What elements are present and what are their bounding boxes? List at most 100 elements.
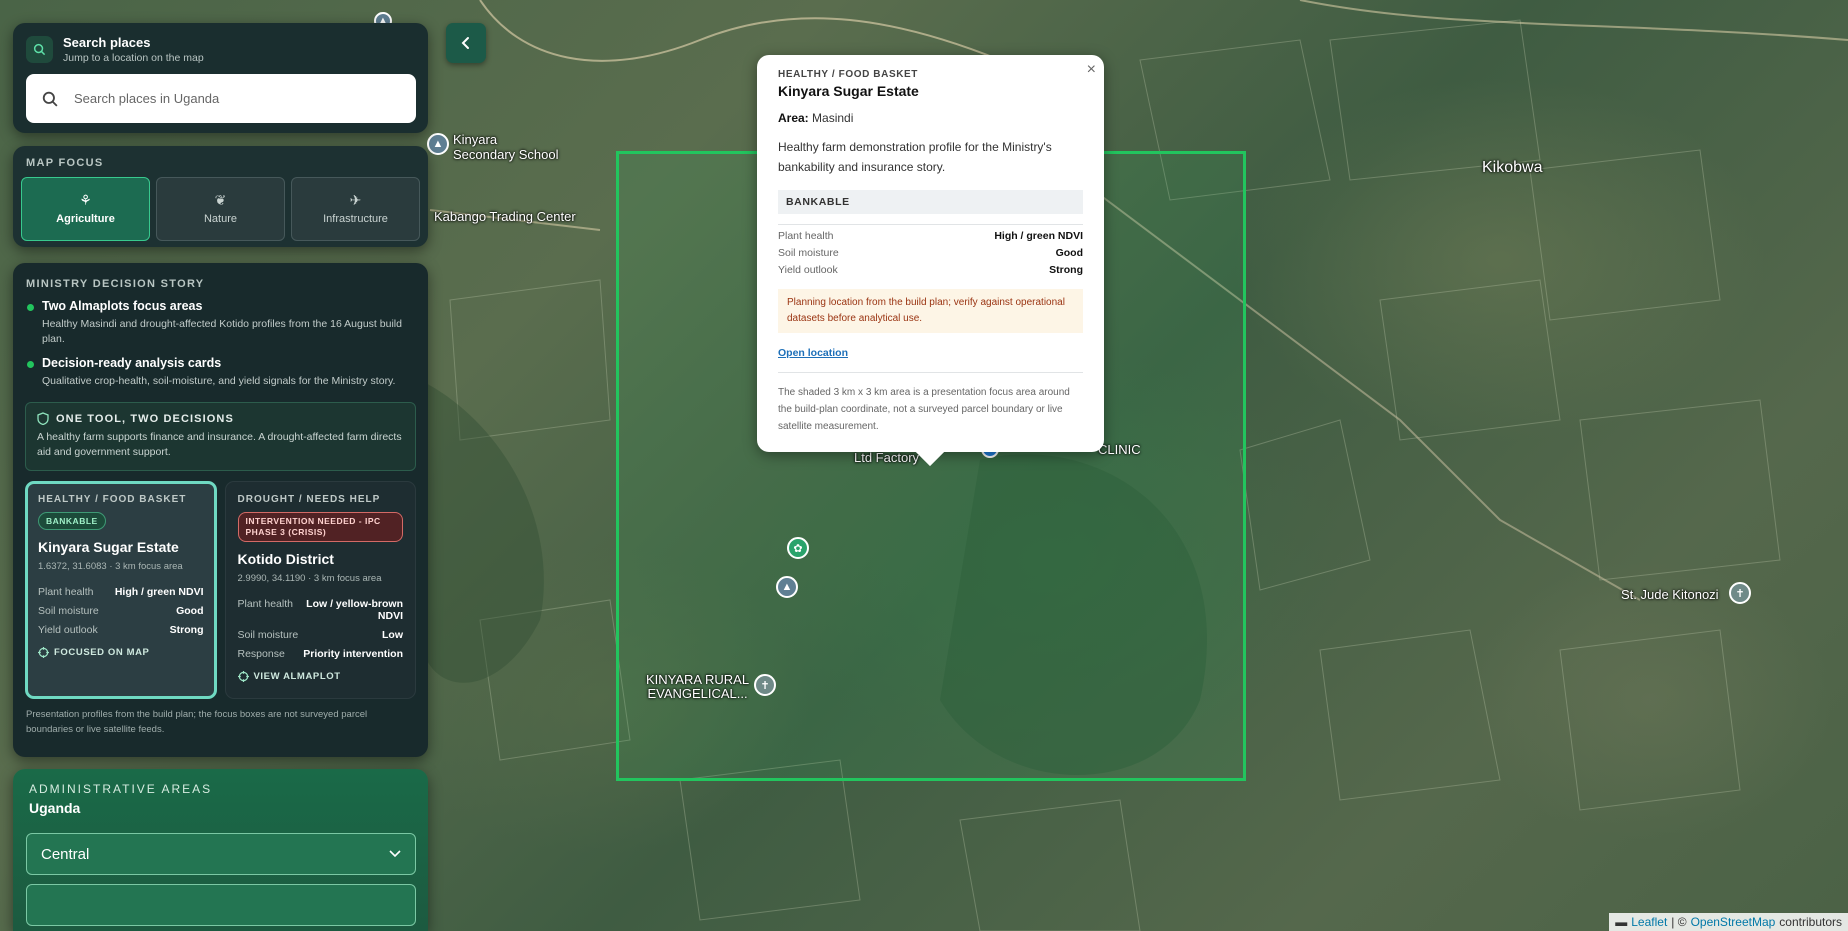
map-focus-panel: MAP FOCUS ⚘ Agriculture ❦ Nature ✈ Infra… — [13, 146, 428, 247]
region-select-value: Central — [41, 845, 90, 863]
card-name: Kotido District — [237, 551, 334, 567]
metric-key: Soil moisture — [38, 605, 99, 617]
ukraine-flag-icon: ▬ — [1615, 915, 1628, 929]
map-label-factory: Ltd Factory — [854, 450, 920, 465]
admin-areas-panel: ADMINISTRATIVE AREAS Uganda Central — [13, 769, 428, 931]
metric-key: Plant health — [237, 598, 293, 610]
bullet-dot-icon — [27, 361, 34, 368]
focus-nature-button[interactable]: ❦ Nature — [156, 177, 285, 241]
farm-pin-icon[interactable]: ✿ — [787, 537, 809, 559]
map-label-school: Kinyara Secondary School — [453, 132, 559, 162]
popup-area-value: Masindi — [812, 111, 854, 125]
district-select[interactable] — [26, 884, 416, 926]
metric-value: High / green NDVI — [994, 230, 1083, 242]
metric-key: Plant health — [778, 230, 834, 242]
one-tool-title: ONE TOOL, TWO DECISIONS — [56, 412, 234, 425]
metric-value: Low — [382, 629, 403, 641]
school-pin-icon[interactable]: ▲ — [427, 133, 449, 155]
map-label-clinic: CLINIC — [1098, 442, 1141, 457]
focused-on-map-indicator: FOCUSED ON MAP — [38, 647, 204, 658]
admin-country: Uganda — [29, 800, 81, 816]
church-pin-icon[interactable]: ✝ — [754, 674, 776, 696]
one-tool-body: A healthy farm supports finance and insu… — [37, 431, 402, 458]
sprout-icon: ⚘ — [79, 192, 92, 208]
metric-value: Priority intervention — [303, 648, 403, 660]
search-input[interactable] — [74, 91, 374, 106]
search-panel: Search places Jump to a location on the … — [13, 23, 428, 133]
target-icon — [237, 671, 249, 682]
osm-link[interactable]: OpenStreetMap — [1691, 915, 1776, 929]
metric-value: Strong — [1049, 264, 1083, 276]
card-metric: Plant health Low / yellow-brown NDVI — [238, 598, 404, 622]
map-label-trading-center: Kabango Trading Center — [434, 209, 576, 224]
map-attribution: ▬ Leaflet | © OpenStreetMap contributors — [1609, 913, 1848, 931]
focus-infrastructure-button[interactable]: ✈ Infrastructure — [291, 177, 420, 241]
search-title: Search places — [63, 35, 151, 50]
story-item-title: Two Almaplots focus areas — [42, 299, 203, 313]
card-category: HEALTHY / FOOD BASKET — [38, 494, 187, 505]
card-metric: Soil moisture Good — [38, 605, 204, 617]
metric-key: Soil moisture — [778, 247, 839, 259]
map-label-kikobwa: Kikobwa — [1482, 159, 1543, 176]
one-tool-callout: ONE TOOL, TWO DECISIONS A healthy farm s… — [25, 402, 416, 471]
shield-icon — [37, 412, 49, 425]
view-almaplot-link[interactable]: VIEW ALMAPLOT — [237, 671, 404, 682]
card-coords: 2.9990, 34.1190 · 3 km focus area — [237, 573, 382, 584]
target-icon — [38, 647, 49, 658]
attribution-contributors: contributors — [1779, 915, 1842, 929]
school-pin-icon-2[interactable]: ▲ — [776, 576, 798, 598]
search-subtitle: Jump to a location on the map — [63, 52, 204, 64]
story-item-desc: Qualitative crop-health, soil-moisture, … — [42, 375, 396, 387]
card-coords: 1.6372, 31.6083 · 3 km focus area — [38, 561, 183, 572]
story-item: Two Almaplots focus areas Healthy Masind… — [13, 299, 428, 347]
open-location-link[interactable]: Open location — [778, 347, 848, 359]
attribution-separator: | © — [1671, 915, 1687, 929]
search-icon — [42, 91, 58, 107]
view-almaplot-label: VIEW ALMAPLOT — [253, 671, 341, 682]
metric-value: High / green NDVI — [114, 586, 204, 598]
focus-agriculture-button[interactable]: ⚘ Agriculture — [21, 177, 150, 241]
collapse-panel-button[interactable] — [446, 23, 486, 63]
popup-metric: Soil moisture Good — [778, 247, 1083, 259]
popup-metric: Plant health High / green NDVI — [778, 230, 1083, 242]
metric-value: Low / yellow-brown NDVI — [306, 598, 403, 622]
story-item-title: Decision-ready analysis cards — [42, 356, 222, 370]
chevron-left-icon — [461, 37, 469, 49]
kotido-card[interactable]: DROUGHT / NEEDS HELP INTERVENTION NEEDED… — [224, 481, 416, 699]
metric-key: Yield outlook — [38, 624, 98, 636]
leaflet-link[interactable]: Leaflet — [1631, 915, 1667, 929]
story-note: Presentation profiles from the build pla… — [26, 709, 368, 735]
popup-title: Kinyara Sugar Estate — [778, 83, 919, 99]
bullet-dot-icon — [27, 304, 34, 311]
metric-key: Response — [237, 648, 285, 660]
map-label-church: KINYARA RURAL EVANGELICAL... — [646, 672, 750, 701]
region-select[interactable]: Central — [26, 833, 416, 875]
popup-status-badge: BANKABLE — [778, 190, 1083, 214]
status-badge: BANKABLE — [38, 512, 106, 530]
kinyara-card[interactable]: HEALTHY / FOOD BASKET BANKABLE Kinyara S… — [25, 481, 217, 699]
metric-key: Yield outlook — [778, 264, 838, 276]
leaf-icon: ❦ — [214, 192, 227, 208]
close-icon[interactable]: × — [1087, 61, 1096, 79]
search-box[interactable] — [26, 74, 416, 123]
chevron-down-icon — [389, 850, 401, 858]
popup-area: Area: Masindi — [778, 111, 1083, 125]
story-label: MINISTRY DECISION STORY — [26, 278, 205, 290]
popup-area-label: Area: — [778, 111, 809, 125]
popup-description: Healthy farm demonstration profile for t… — [778, 140, 1052, 174]
popup-warning: Planning location from the build plan; v… — [778, 289, 1083, 333]
plane-icon: ✈ — [349, 192, 362, 208]
popup-footnote: The shaded 3 km x 3 km area is a present… — [778, 372, 1083, 435]
status-badge: INTERVENTION NEEDED - IPC PHASE 3 (CRISI… — [237, 512, 403, 542]
location-popup: × HEALTHY / FOOD BASKET Kinyara Sugar Es… — [757, 55, 1104, 467]
metric-key: Plant health — [38, 586, 94, 598]
card-metric: Yield outlook Strong — [38, 624, 204, 636]
focus-agriculture-label: Agriculture — [56, 213, 115, 225]
card-metric: Response Priority intervention — [238, 648, 404, 660]
metric-key: Soil moisture — [237, 629, 299, 641]
map-label-st-jude: St. Jude Kitonozi — [1621, 587, 1719, 602]
church-pin-icon-2[interactable]: ✝ — [1729, 582, 1751, 604]
focused-label: FOCUSED ON MAP — [54, 647, 150, 658]
metric-value: Good — [176, 605, 204, 617]
card-category: DROUGHT / NEEDS HELP — [237, 494, 381, 505]
